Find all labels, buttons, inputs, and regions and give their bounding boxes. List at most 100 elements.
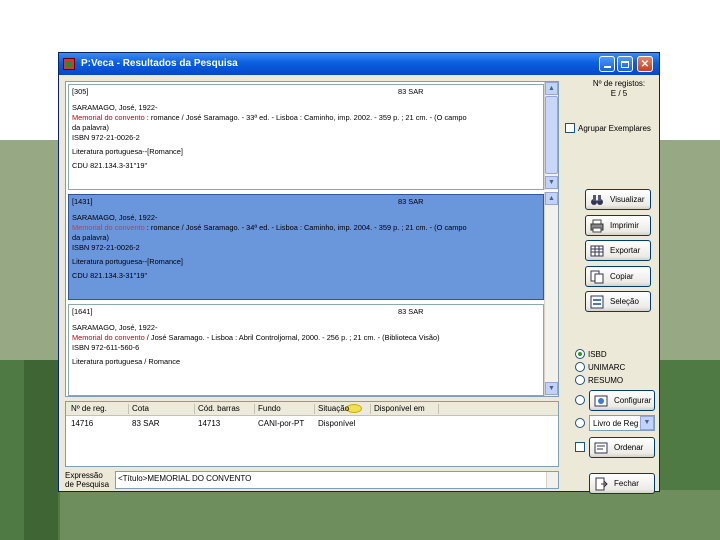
record-subject: Literatura portuguesa / Romance <box>72 357 181 366</box>
column-header[interactable]: Situação <box>318 404 349 413</box>
format-resumo-label: RESUMO <box>588 376 624 385</box>
exportar-button[interactable]: Exportar <box>585 240 651 261</box>
table-header: Nº de reg. Cota Cód. barras Fundo Situaç… <box>66 402 558 416</box>
copiar-label: Copiar <box>610 272 634 281</box>
record-author: SARAMAGO, José, 1922- <box>72 213 158 222</box>
maximize-button[interactable] <box>617 56 633 72</box>
record-title: Memorial do convento <box>72 113 145 122</box>
column-header[interactable]: Cód. barras <box>198 404 240 413</box>
record-description: : romance / José Saramago. - 34ª ed. - L… <box>144 223 467 232</box>
list-scrollbar[interactable]: ▲ ▼ <box>544 192 558 396</box>
record-cdu: CDU 821.134.3-31"19" <box>72 161 148 170</box>
selecao-button[interactable]: Seleção <box>585 291 651 312</box>
minimize-button[interactable] <box>599 56 615 72</box>
ordenar-button[interactable]: Ordenar <box>589 437 655 458</box>
expression-scrollbar[interactable] <box>546 472 558 488</box>
format-custom-radio[interactable] <box>575 395 585 405</box>
expression-value: <Título>MEMORIAL DO CONVENTO <box>118 474 252 483</box>
record-isbn: ISBN 972-21-0026-2 <box>72 243 140 252</box>
record-title: Memorial do convento <box>72 223 145 232</box>
registos-label: Nº de registos: <box>592 79 646 88</box>
format-unimarc-radio[interactable] <box>575 362 585 372</box>
table-cell: CANI-por-PT <box>258 419 305 428</box>
order-radio[interactable] <box>575 418 585 428</box>
expression-field[interactable]: <Título>MEMORIAL DO CONVENTO <box>115 471 559 489</box>
record-cota: 83 SAR <box>398 197 424 206</box>
table-cell: 83 SAR <box>132 419 160 428</box>
scroll-up-icon[interactable]: ▲ <box>545 192 558 205</box>
record-author: SARAMAGO, José, 1922- <box>72 323 158 332</box>
app-icon <box>63 58 75 70</box>
window-titlebar[interactable]: P:Veca - Resultados da Pesquisa ✕ <box>59 53 659 75</box>
record-subject: Literatura portuguesa--[Romance] <box>72 147 183 156</box>
record-item-selected[interactable]: [1431] 83 SAR SARAMAGO, José, 1922- Memo… <box>68 194 544 300</box>
column-header[interactable]: Nº de reg. <box>71 404 107 413</box>
table-cell: Disponível <box>318 419 356 428</box>
record-title: Memorial do convento <box>72 333 145 342</box>
configure-icon <box>594 395 608 407</box>
registos-count: Nº de registos: E / 5 <box>579 79 659 99</box>
order-select[interactable]: Livro de Reg ▼ <box>589 415 655 431</box>
record-number: [1431] <box>72 197 93 206</box>
configurar-label: Configurar <box>614 396 652 405</box>
maximize-icon <box>621 60 629 68</box>
scroll-down-icon[interactable]: ▼ <box>545 382 558 395</box>
exit-door-icon <box>595 477 608 491</box>
record-description-cont: da palavra) <box>72 233 109 242</box>
results-list[interactable]: [305] 83 SAR SARAMAGO, José, 1922- Memor… <box>65 81 559 397</box>
copiar-button[interactable]: Copiar <box>585 266 651 287</box>
table-cell: 14713 <box>198 419 221 428</box>
record-description-cont: da palavra) <box>72 123 109 132</box>
visualizar-label: Visualizar <box>610 195 645 204</box>
record-item[interactable]: [1641] 83 SAR SARAMAGO, José, 1922- Memo… <box>68 304 544 396</box>
selecao-label: Seleção <box>610 297 639 306</box>
record-isbn: ISBN 972-21-0026-2 <box>72 133 140 142</box>
chevron-down-icon[interactable]: ▼ <box>640 416 654 430</box>
format-unimarc-label: UNIMARC <box>588 363 626 372</box>
record-isbn: ISBN 972-611-560-6 <box>72 343 140 352</box>
exportar-label: Exportar <box>610 246 641 255</box>
configurar-button[interactable]: Configurar <box>589 390 655 411</box>
agrupar-label: Agrupar Exemplares <box>578 124 651 133</box>
agrupar-checkbox[interactable] <box>565 123 575 133</box>
column-header[interactable]: Cota <box>132 404 149 413</box>
binoculars-icon <box>591 195 603 205</box>
ordenar-checkbox[interactable] <box>575 442 585 452</box>
record-description: : romance / José Saramago. - 33ª ed. - L… <box>144 113 467 122</box>
results-window: P:Veca - Resultados da Pesquisa ✕ [305] … <box>58 52 660 494</box>
record-scrollbar[interactable]: ▲ ▼ <box>544 82 558 190</box>
window-title: P:Veca - Resultados da Pesquisa <box>81 58 238 69</box>
scroll-down-icon[interactable]: ▼ <box>545 176 558 189</box>
close-icon: ✕ <box>640 58 650 70</box>
column-header[interactable]: Disponível em <box>374 404 425 413</box>
record-description: / José Saramago. - Lisboa : Abril Contro… <box>144 333 440 342</box>
table-cell: 14716 <box>71 419 94 428</box>
record-subject: Literatura portuguesa--[Romance] <box>72 257 183 266</box>
close-button[interactable]: ✕ <box>637 56 653 72</box>
slide-decoration <box>660 140 720 370</box>
format-isbd-label: ISBD <box>588 350 607 359</box>
fechar-button[interactable]: Fechar <box>589 473 655 494</box>
format-resumo-radio[interactable] <box>575 375 585 385</box>
format-isbd-radio[interactable] <box>575 349 585 359</box>
visualizar-button[interactable]: Visualizar <box>585 189 651 210</box>
exemplares-table[interactable]: Nº de reg. Cota Cód. barras Fundo Situaç… <box>65 401 559 467</box>
expression-label: Expressão de Pesquisa <box>65 471 110 489</box>
minimize-icon <box>603 65 611 68</box>
column-header[interactable]: Fundo <box>258 404 281 413</box>
imprimir-label: Imprimir <box>610 221 639 230</box>
imprimir-button[interactable]: Imprimir <box>585 215 651 236</box>
registos-value: E / 5 <box>610 89 628 98</box>
scroll-up-icon[interactable]: ▲ <box>545 82 558 95</box>
slide-decoration <box>24 360 58 540</box>
record-cota: 83 SAR <box>398 307 424 316</box>
scroll-thumb[interactable] <box>545 96 558 174</box>
record-number: [305] <box>72 87 89 96</box>
fechar-label: Fechar <box>614 479 639 488</box>
record-cdu: CDU 821.134.3-31"19" <box>72 271 148 280</box>
record-cota: 83 SAR <box>398 87 424 96</box>
copy-icon <box>590 270 604 284</box>
record-item[interactable]: [305] 83 SAR SARAMAGO, José, 1922- Memor… <box>68 84 544 190</box>
selection-icon <box>590 295 604 309</box>
record-number: [1641] <box>72 307 93 316</box>
